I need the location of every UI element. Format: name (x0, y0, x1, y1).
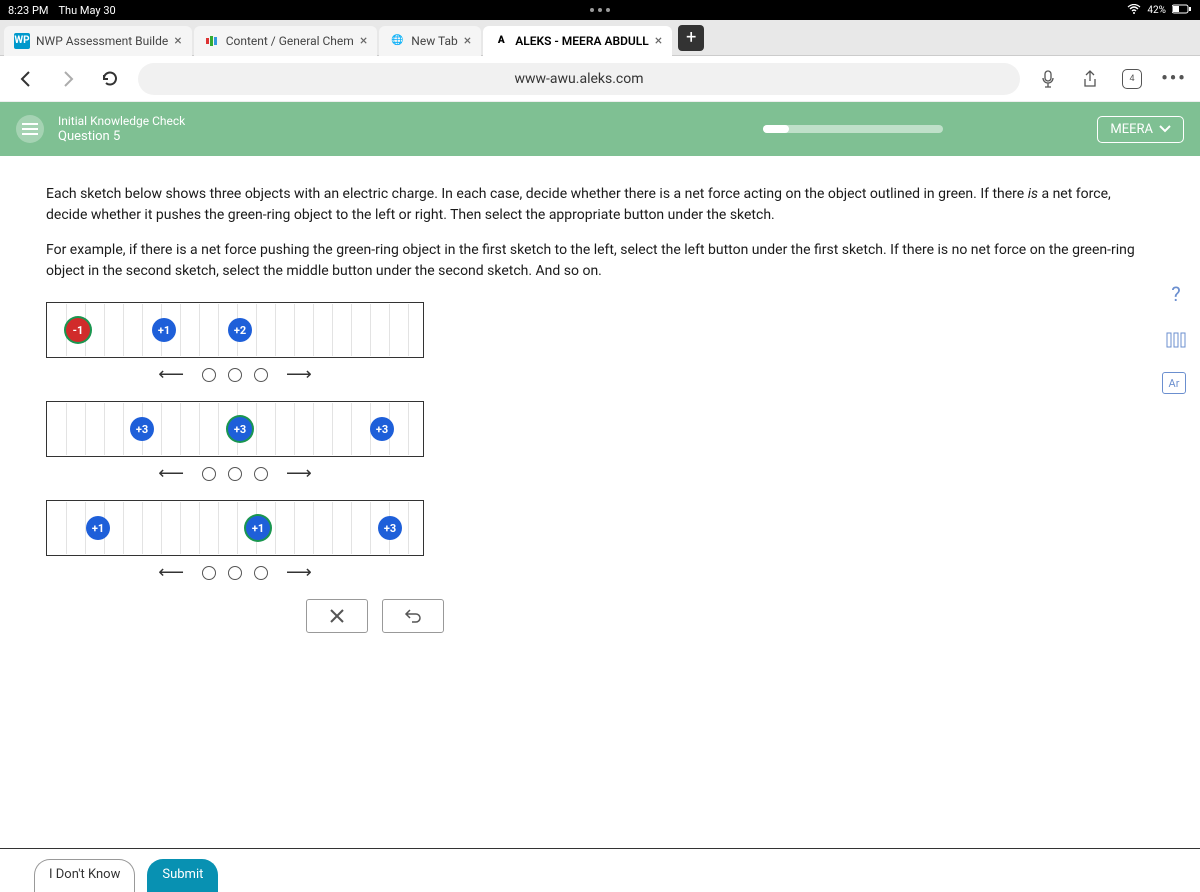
direction-selector-3: ⟵ ⟶ (46, 556, 424, 593)
browser-tab-bar: WP NWP Assessment Builde × Content / Gen… (0, 20, 1200, 56)
battery-icon (1172, 4, 1192, 17)
sketch-2: +3 +3 +3 (46, 401, 424, 457)
mic-icon[interactable] (1034, 65, 1062, 93)
tab-newtab[interactable]: 🌐 New Tab × (379, 26, 481, 56)
direction-selector-1: ⟵ ⟶ (46, 358, 424, 395)
charge-object: +1 (86, 516, 110, 540)
sketch-1: -1 +1 +2 (46, 302, 424, 358)
arrow-right-icon: ⟶ (280, 463, 318, 484)
globe-icon: 🌐 (389, 33, 405, 49)
charge-object: +3 (228, 417, 252, 441)
close-icon[interactable]: × (360, 33, 367, 49)
arrow-left-icon: ⟵ (152, 562, 190, 583)
force-right-radio[interactable] (254, 368, 268, 382)
direction-selector-2: ⟵ ⟶ (46, 457, 424, 494)
charge-object: +1 (246, 516, 270, 540)
charge-object: +2 (228, 318, 252, 342)
forward-button[interactable] (54, 65, 82, 93)
clear-button[interactable] (306, 599, 368, 633)
charge-object: -1 (66, 318, 90, 342)
ruler-icon[interactable] (1162, 326, 1190, 354)
close-icon[interactable]: × (655, 33, 662, 49)
browser-address-bar: www-awu.aleks.com 4 ••• (0, 56, 1200, 102)
progress-bar (763, 125, 943, 133)
undo-button[interactable] (382, 599, 444, 633)
url-field[interactable]: www-awu.aleks.com (138, 63, 1020, 95)
force-none-radio[interactable] (228, 467, 242, 481)
battery-pct: 42% (1147, 5, 1166, 16)
user-menu[interactable]: MEERA (1097, 116, 1184, 143)
back-button[interactable] (12, 65, 40, 93)
ipad-status-bar: 8:23 PM Thu May 30 42% (0, 0, 1200, 20)
charge-object: +1 (152, 318, 176, 342)
footer-bar: I Don't Know Submit (0, 848, 1200, 886)
close-icon[interactable]: × (464, 33, 471, 49)
force-right-radio[interactable] (254, 467, 268, 481)
tabs-icon[interactable]: 4 (1118, 65, 1146, 93)
submit-button[interactable]: Submit (147, 859, 218, 892)
menu-button[interactable] (16, 115, 44, 143)
header-title: Initial Knowledge Check (58, 114, 185, 128)
share-icon[interactable] (1076, 65, 1104, 93)
question-instructions: Each sketch below shows three objects wi… (46, 184, 1154, 282)
close-icon[interactable]: × (174, 33, 181, 49)
favicon-bars (204, 33, 220, 49)
force-left-radio[interactable] (202, 566, 216, 580)
multitask-dots[interactable] (590, 8, 610, 12)
more-icon[interactable]: ••• (1160, 65, 1188, 93)
tab-nwp[interactable]: WP NWP Assessment Builde × (4, 26, 192, 56)
question-number: Question 5 (58, 129, 185, 144)
arrow-right-icon: ⟶ (280, 562, 318, 583)
force-none-radio[interactable] (228, 566, 242, 580)
sketch-3: +1 +1 +3 (46, 500, 424, 556)
force-left-radio[interactable] (202, 467, 216, 481)
aleks-header: Initial Knowledge Check Question 5 MEERA (0, 102, 1200, 156)
charge-object: +3 (378, 516, 402, 540)
wifi-icon (1127, 4, 1141, 17)
force-right-radio[interactable] (254, 566, 268, 580)
favicon-aleks: A (493, 33, 509, 49)
new-tab-button[interactable]: + (678, 25, 704, 51)
arrow-right-icon: ⟶ (280, 364, 318, 385)
arrow-left-icon: ⟵ (152, 463, 190, 484)
force-none-radio[interactable] (228, 368, 242, 382)
tab-aleks[interactable]: A ALEKS - MEERA ABDULL × (483, 26, 672, 56)
status-time: 8:23 PM (8, 4, 48, 17)
arrow-left-icon: ⟵ (152, 364, 190, 385)
force-left-radio[interactable] (202, 368, 216, 382)
help-icon[interactable]: ? (1162, 280, 1190, 308)
tab-content-chem[interactable]: Content / General Chem × (194, 26, 378, 56)
reload-button[interactable] (96, 65, 124, 93)
status-date: Thu May 30 (58, 4, 115, 17)
favicon-wp: WP (14, 33, 30, 49)
periodic-table-icon[interactable]: Ar (1162, 372, 1186, 394)
charge-object: +3 (370, 417, 394, 441)
charge-object: +3 (130, 417, 154, 441)
dont-know-button[interactable]: I Don't Know (34, 859, 135, 892)
